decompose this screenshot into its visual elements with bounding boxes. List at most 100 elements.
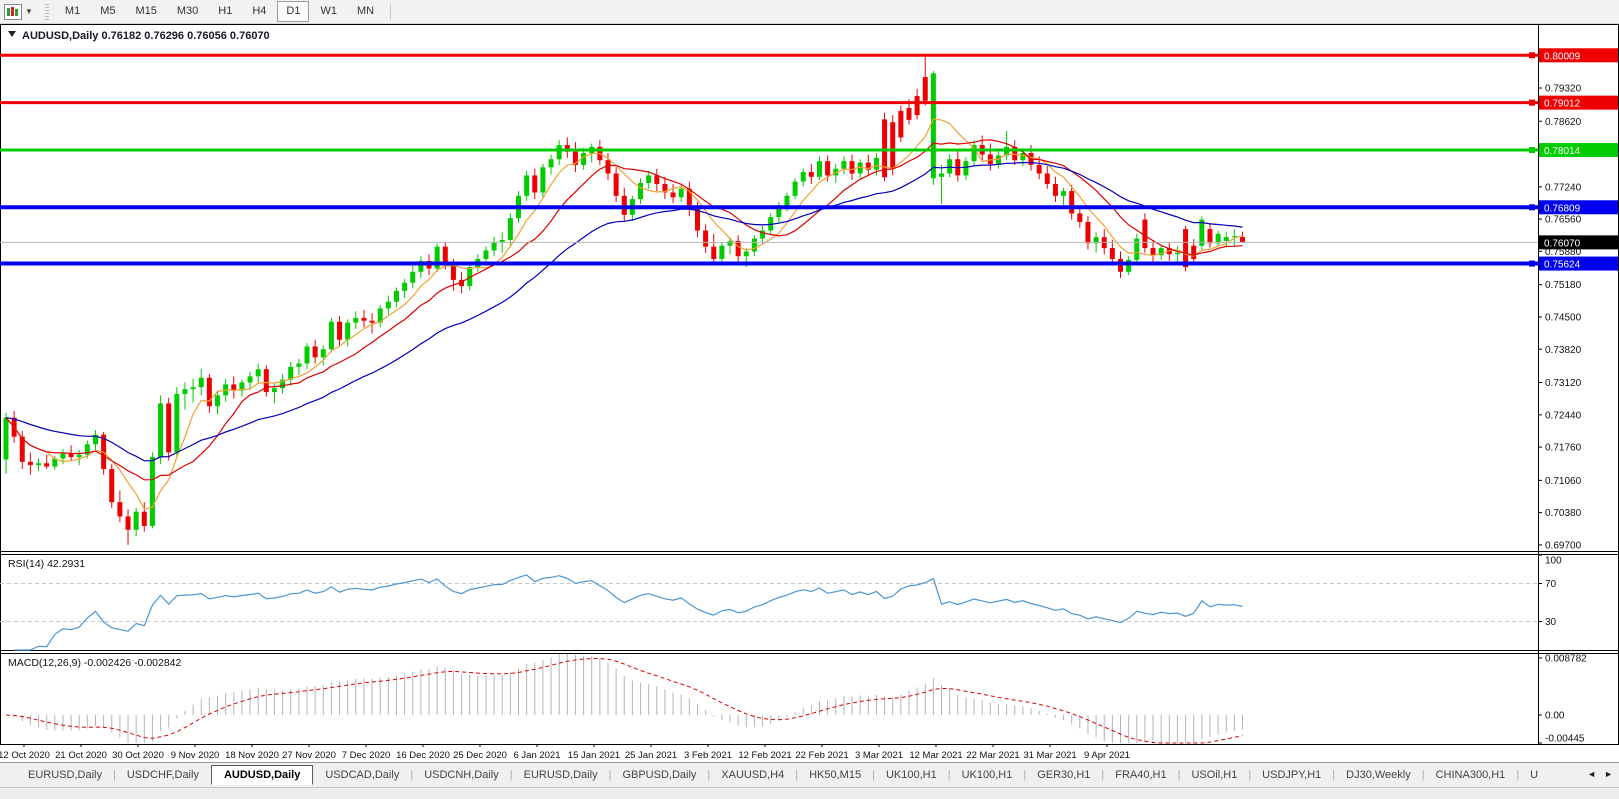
date-label: 15 Jan 2021 (568, 750, 620, 761)
tab-separator: | (1248, 769, 1251, 781)
candle-bear (361, 318, 366, 321)
rsi-axis-label: 70 (1545, 579, 1557, 590)
candle-bull (524, 175, 529, 195)
symbol-tab-dj30-weekly[interactable]: DJ30,Weekly (1336, 766, 1421, 784)
tab-separator: | (410, 769, 413, 781)
candle-bear (906, 108, 911, 120)
candle-bull (77, 455, 82, 457)
line-handle[interactable] (1529, 52, 1535, 58)
line-handle[interactable] (1529, 147, 1535, 153)
candle-bear (703, 231, 708, 247)
symbol-tab-gbpusd-daily[interactable]: GBPUSD,Daily (612, 766, 706, 784)
date-label: 22 Feb 2021 (795, 750, 848, 761)
candle-bull (638, 183, 643, 199)
symbol-tab-ger30-h1[interactable]: GER30,H1 (1027, 766, 1100, 784)
candle-bull (386, 302, 391, 309)
symbol-tab-china300-h1[interactable]: CHINA300,H1 (1426, 766, 1516, 784)
tab-scroll-right-button[interactable]: ► (1600, 767, 1617, 781)
candle-bull (784, 196, 789, 206)
candle-bear (736, 241, 741, 256)
candle-bull (793, 182, 798, 196)
symbol-tab-usoil-h1[interactable]: USOil,H1 (1181, 766, 1247, 784)
price-tick-label: 0.76560 (1545, 215, 1582, 226)
symbol-tab-uk100-h1[interactable]: UK100,H1 (876, 766, 947, 784)
candle-bear (1207, 229, 1212, 243)
candle-bull (191, 387, 196, 389)
tab-separator: | (1332, 769, 1335, 781)
symbol-tab-uk100-h1[interactable]: UK100,H1 (952, 766, 1023, 784)
date-label: 12 Feb 2021 (738, 750, 791, 761)
candle-bull (646, 175, 651, 183)
line-handle[interactable] (1529, 261, 1535, 267)
candle-bull (174, 394, 179, 452)
candle-bull (557, 145, 562, 159)
symbol-tab-xauusd-h4[interactable]: XAUUSD,H4 (711, 766, 794, 784)
candle-bear (44, 463, 49, 466)
symbol-tab-usdcad-daily[interactable]: USDCAD,Daily (315, 766, 409, 784)
candle-bear (1077, 213, 1082, 222)
candle-bull (947, 159, 952, 173)
candle-bear (898, 111, 903, 138)
candle-bull (321, 349, 326, 357)
price-tick-label: 0.74500 (1545, 312, 1582, 323)
date-label: 9 Apr 2021 (1084, 750, 1130, 761)
macd-label: MACD(12,26,9) -0.002426 -0.002842 (8, 657, 182, 669)
symbol-tab-u[interactable]: U (1520, 766, 1548, 784)
candle-bear (890, 122, 895, 169)
candle-bull (296, 364, 301, 367)
symbol-tab-audusd-daily[interactable]: AUDUSD,Daily (211, 765, 313, 785)
candle-bear (1191, 246, 1196, 259)
candle-bull (1061, 191, 1066, 196)
symbol-tab-usdjpy-h1[interactable]: USDJPY,H1 (1252, 766, 1331, 784)
candle-bear (166, 403, 171, 452)
candle-bear (1069, 191, 1074, 213)
tab-separator: | (948, 769, 951, 781)
candle-bear (207, 378, 212, 407)
symbol-tab-hk50-m15[interactable]: HK50,M15 (799, 766, 871, 784)
line-handle[interactable] (1529, 204, 1535, 210)
candle-bull (215, 395, 220, 406)
price-line-value: 0.76070 (1544, 238, 1581, 249)
bottom-scroll-strip[interactable] (0, 787, 1619, 799)
candle-bull (817, 161, 822, 177)
candle-bull (874, 158, 879, 170)
price-tick-label: 0.69700 (1545, 540, 1582, 551)
candle-bear (915, 96, 920, 115)
candle-bull (158, 403, 163, 457)
candle-bear (671, 193, 676, 198)
candle-bull (134, 512, 139, 530)
symbol-tab-eurusd-daily[interactable]: EURUSD,Daily (18, 766, 112, 784)
candle-bull (402, 283, 407, 291)
tab-separator: | (609, 769, 612, 781)
price-tick-label: 0.78620 (1545, 117, 1582, 128)
symbol-tab-usdcnh-daily[interactable]: USDCNH,Daily (414, 766, 509, 784)
candle-bull (36, 463, 41, 465)
candle-bear (28, 462, 33, 465)
candle-bull (60, 454, 65, 459)
date-label: 3 Feb 2021 (684, 750, 732, 761)
candle-bull (150, 457, 155, 526)
chart-title: AUDUSD,Daily 0.76182 0.76296 0.76056 0.7… (22, 30, 270, 42)
candle-bear (142, 512, 147, 526)
candle-bull (394, 291, 399, 302)
candle-bull (939, 174, 944, 177)
candle-bear (1085, 222, 1090, 243)
date-label: 21 Oct 2020 (55, 750, 107, 761)
date-label: 16 Dec 2020 (396, 750, 450, 761)
candle-bull (353, 318, 358, 323)
tab-separator: | (1422, 769, 1425, 781)
candle-bear (711, 247, 716, 259)
symbol-tab-eurusd-daily[interactable]: EURUSD,Daily (514, 766, 608, 784)
candle-bear (337, 322, 342, 340)
date-label: 6 Jan 2021 (513, 750, 560, 761)
candle-bull (508, 218, 513, 240)
symbol-tab-fra40-h1[interactable]: FRA40,H1 (1105, 766, 1176, 784)
symbol-tab-usdchf-daily[interactable]: USDCHF,Daily (117, 766, 209, 784)
tab-scroll-left-button[interactable]: ◄ (1583, 767, 1600, 781)
candle-bull (719, 246, 724, 259)
line-handle[interactable] (1529, 100, 1535, 106)
candle-bear (882, 119, 887, 177)
tab-separator: | (113, 769, 116, 781)
tab-separator: | (1178, 769, 1181, 781)
candle-bear (1183, 229, 1188, 267)
